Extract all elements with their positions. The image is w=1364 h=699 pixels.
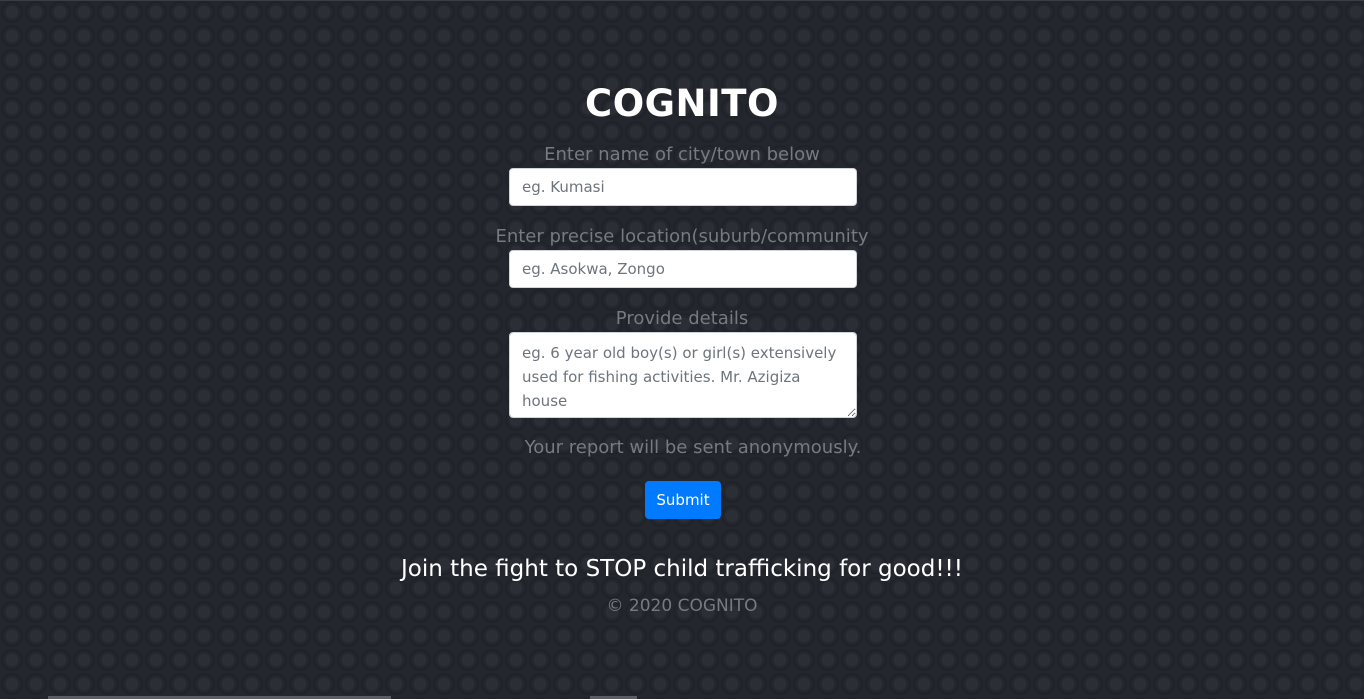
window-top-border [0,0,1364,1]
details-label: Provide details [615,308,749,329]
city-label: Enter name of city/town below [544,144,820,165]
copyright-text: © 2020 COGNITO [606,596,758,616]
page-title: COGNITO [585,82,779,125]
anonymous-note: Your report will be sent anonymously. [524,437,862,458]
location-label: Enter precise location(suburb/community [495,226,869,247]
location-input[interactable] [509,250,857,288]
submit-button[interactable]: Submit [645,481,721,519]
details-textarea[interactable] [509,332,857,418]
slogan-heading: Join the fight to STOP child trafficking… [400,556,964,582]
city-input[interactable] [509,168,857,206]
